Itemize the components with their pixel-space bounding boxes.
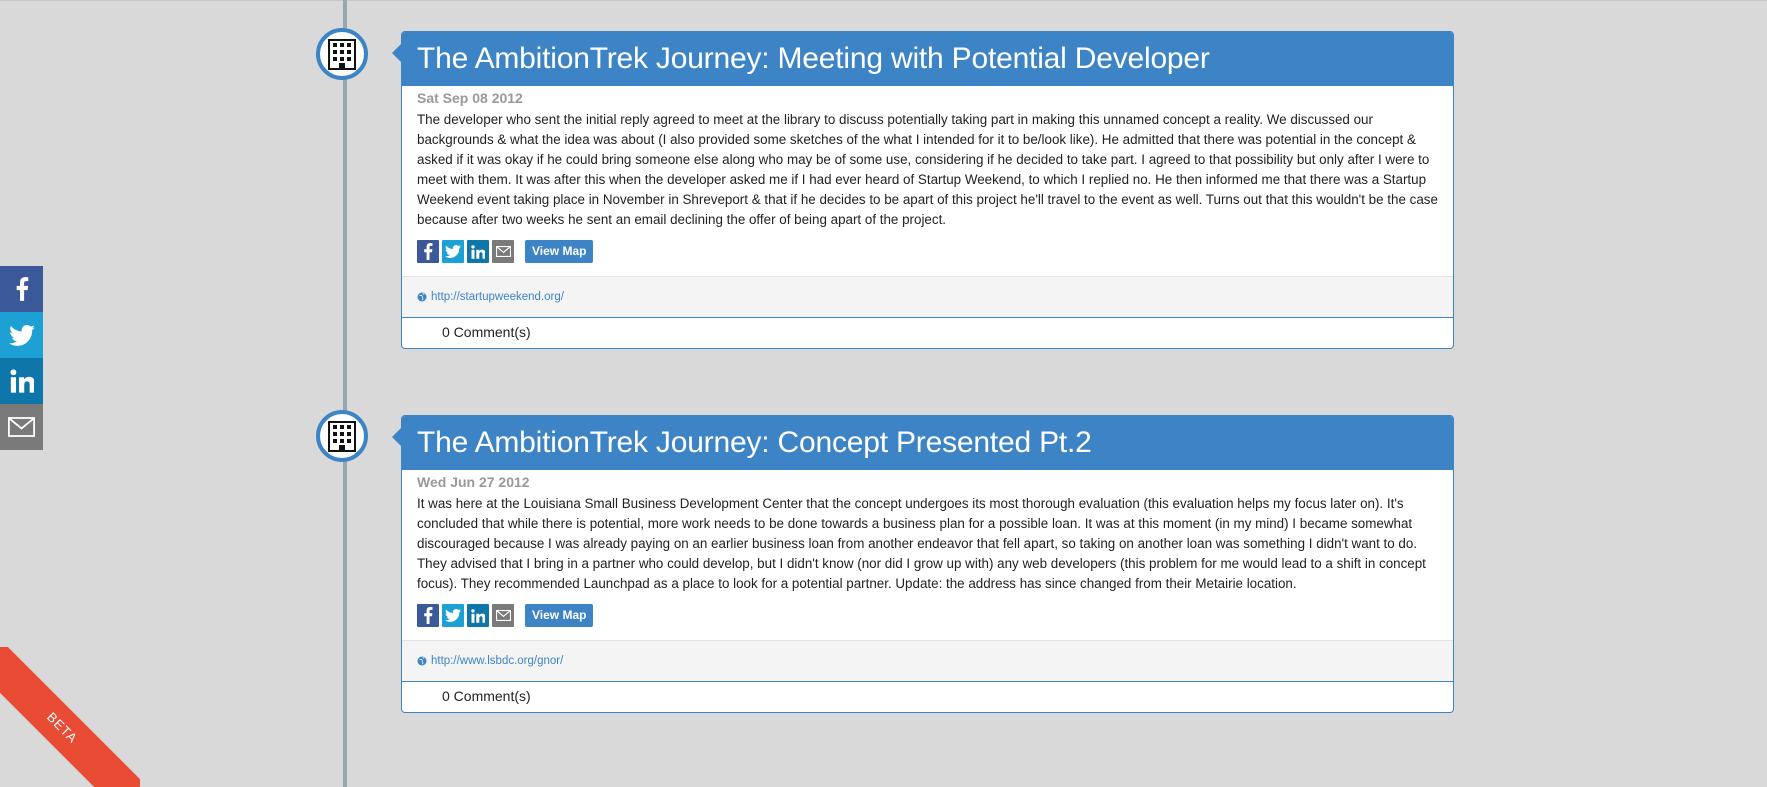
timeline-entry: The AmbitionTrek Journey: Meeting with P… (392, 31, 1454, 349)
twitter-icon (8, 324, 35, 346)
email-icon (495, 610, 511, 621)
side-twitter-button[interactable] (0, 312, 43, 358)
entry-date: Sat Sep 08 2012 (417, 90, 523, 106)
entry-header: The AmbitionTrek Journey: Meeting with P… (392, 32, 1453, 86)
side-facebook-button[interactable] (0, 266, 43, 312)
entry-external-link[interactable]: http://www.lsbdc.org/gnor/ (431, 655, 563, 667)
entry-actions: View Map (417, 240, 1438, 263)
side-linkedin-button[interactable] (0, 358, 43, 404)
email-icon (495, 246, 511, 257)
side-share-bar (0, 266, 43, 450)
facebook-share-button[interactable] (417, 604, 439, 627)
building-icon (316, 28, 368, 80)
comments-count[interactable]: 0 Comment(s) (402, 682, 1453, 712)
linkedin-share-button[interactable] (467, 604, 489, 627)
entry-link-bar: http://www.lsbdc.org/gnor/ (402, 640, 1453, 682)
linkedin-icon (471, 608, 485, 623)
side-email-button[interactable] (0, 404, 43, 450)
entry-header: The AmbitionTrek Journey: Concept Presen… (392, 416, 1453, 470)
timeline-line (343, 0, 347, 787)
beta-ribbon-container: BETA (0, 647, 140, 787)
view-map-button[interactable]: View Map (525, 604, 594, 627)
email-share-button[interactable] (492, 240, 514, 263)
twitter-share-button[interactable] (442, 604, 464, 627)
facebook-share-button[interactable] (417, 240, 439, 263)
entry-actions: View Map (417, 604, 1438, 627)
facebook-icon (424, 243, 433, 260)
top-divider (0, 0, 1767, 1)
facebook-icon (16, 277, 28, 301)
email-share-button[interactable] (492, 604, 514, 627)
beta-ribbon: BETA (0, 647, 140, 787)
globe-icon (417, 292, 427, 302)
facebook-icon (424, 607, 433, 624)
entry-body: It was here at the Louisiana Small Busin… (417, 496, 1426, 591)
view-map-button[interactable]: View Map (525, 240, 594, 263)
building-icon (316, 410, 368, 462)
twitter-share-button[interactable] (442, 240, 464, 263)
email-icon (8, 417, 35, 437)
entry-title[interactable]: The AmbitionTrek Journey: Meeting with P… (417, 42, 1210, 76)
comments-count[interactable]: 0 Comment(s) (402, 318, 1453, 348)
globe-icon (417, 656, 427, 666)
linkedin-share-button[interactable] (467, 240, 489, 263)
entry-link-bar: http://startupweekend.org/ (402, 276, 1453, 318)
linkedin-icon (10, 369, 34, 393)
entry-body: The developer who sent the initial reply… (417, 112, 1438, 227)
timeline-entry: The AmbitionTrek Journey: Concept Presen… (392, 415, 1454, 713)
linkedin-icon (471, 244, 485, 259)
entry-title[interactable]: The AmbitionTrek Journey: Concept Presen… (417, 426, 1092, 460)
twitter-icon (445, 609, 461, 622)
twitter-icon (445, 245, 461, 258)
entry-date: Wed Jun 27 2012 (417, 474, 530, 490)
entry-external-link[interactable]: http://startupweekend.org/ (431, 291, 564, 303)
